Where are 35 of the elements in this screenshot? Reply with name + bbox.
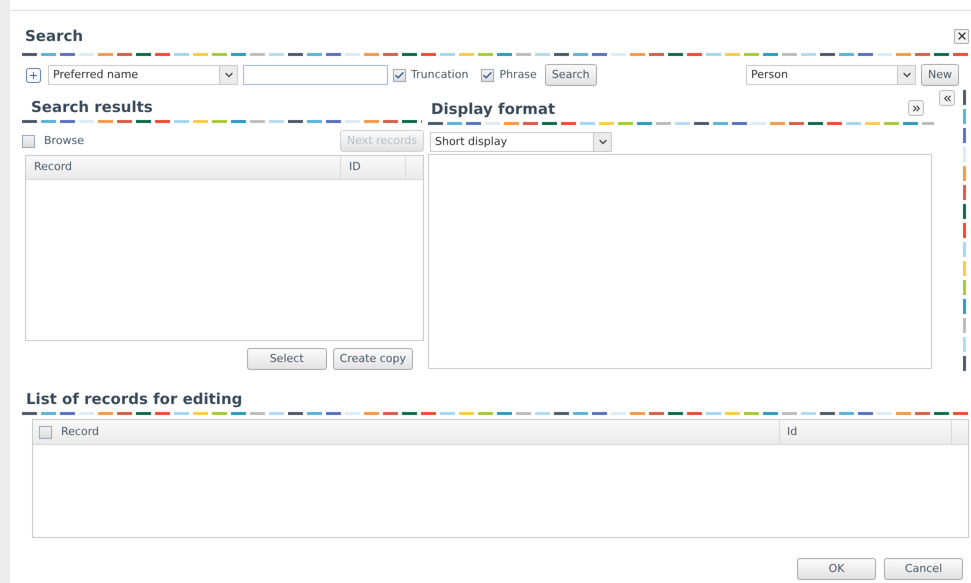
column-header: ID (341, 156, 406, 179)
option-label: Truncation (411, 66, 468, 83)
search-button[interactable]: Search (544, 64, 597, 86)
dialog-button[interactable]: Cancel (884, 558, 963, 580)
search-field[interactable] (243, 65, 388, 85)
collapse-button[interactable] (939, 90, 955, 106)
column-header: Id (780, 420, 952, 444)
column-header: Record (26, 156, 341, 179)
close-icon (956, 30, 968, 42)
checkbox[interactable] (481, 68, 494, 82)
option-label: Phrase (499, 66, 537, 83)
section-title: Display format (430, 100, 556, 118)
dialog-button[interactable]: OK (797, 558, 876, 580)
plus-icon (28, 70, 39, 80)
new-button[interactable]: New (921, 64, 959, 86)
checkbox[interactable] (393, 68, 406, 82)
format-select[interactable]: Short display (430, 132, 612, 152)
close-button[interactable] (954, 28, 969, 44)
criteria-select[interactable]: Preferred name (48, 65, 238, 85)
action-button[interactable]: Create copy (332, 348, 413, 370)
section-title: Search results (30, 98, 154, 116)
check-icon (394, 70, 405, 80)
action-button[interactable]: Select (246, 348, 327, 370)
record-type-select[interactable]: Person (746, 65, 916, 85)
double-chevron-left-icon (942, 92, 952, 104)
dialog-title: Search (25, 26, 84, 47)
column-header: Record (61, 420, 780, 444)
add-button[interactable] (26, 68, 41, 82)
browse-label: Browse (44, 132, 84, 149)
checkbox[interactable] (39, 426, 52, 438)
section-title: List of records for editing (25, 390, 244, 408)
double-chevron-right-icon (910, 102, 922, 114)
check-icon (482, 70, 494, 80)
expand-button[interactable] (908, 100, 924, 116)
checkbox[interactable] (22, 134, 35, 148)
